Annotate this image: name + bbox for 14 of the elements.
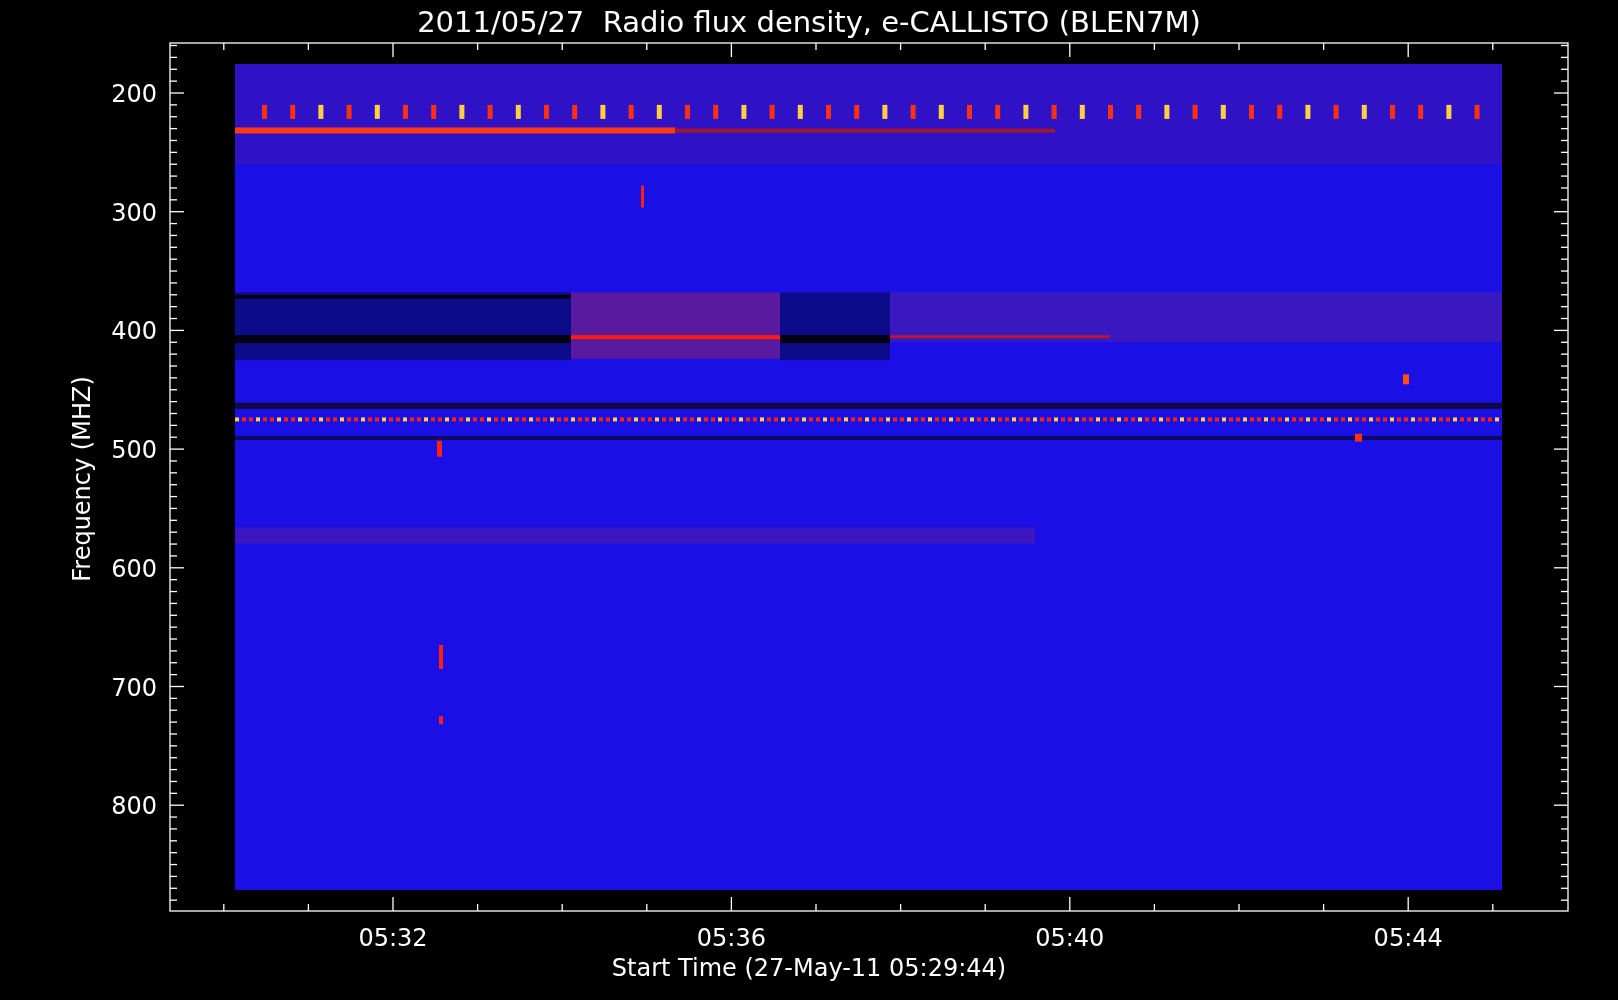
tick-label: 05:32: [358, 924, 428, 952]
tick-label: 200: [111, 80, 157, 108]
tick-label: 500: [111, 436, 157, 465]
tick-label: 05:40: [1035, 924, 1105, 952]
tick-label: 800: [111, 792, 157, 821]
tick-label: 300: [111, 198, 157, 227]
axis-label: Start Time (27-May-11 05:29:44): [611, 954, 1007, 982]
tick-label: 05:36: [696, 924, 766, 952]
axis-label: Frequency (MHZ): [68, 376, 96, 582]
tick-label: 05:44: [1373, 924, 1443, 952]
tick-label: 600: [111, 554, 157, 583]
tick-label: 700: [111, 673, 157, 702]
tick-label: 400: [111, 317, 157, 346]
chart-title: 2011/05/27 Radio flux density, e-CALLISTO (BLEN7M): [417, 5, 1201, 39]
